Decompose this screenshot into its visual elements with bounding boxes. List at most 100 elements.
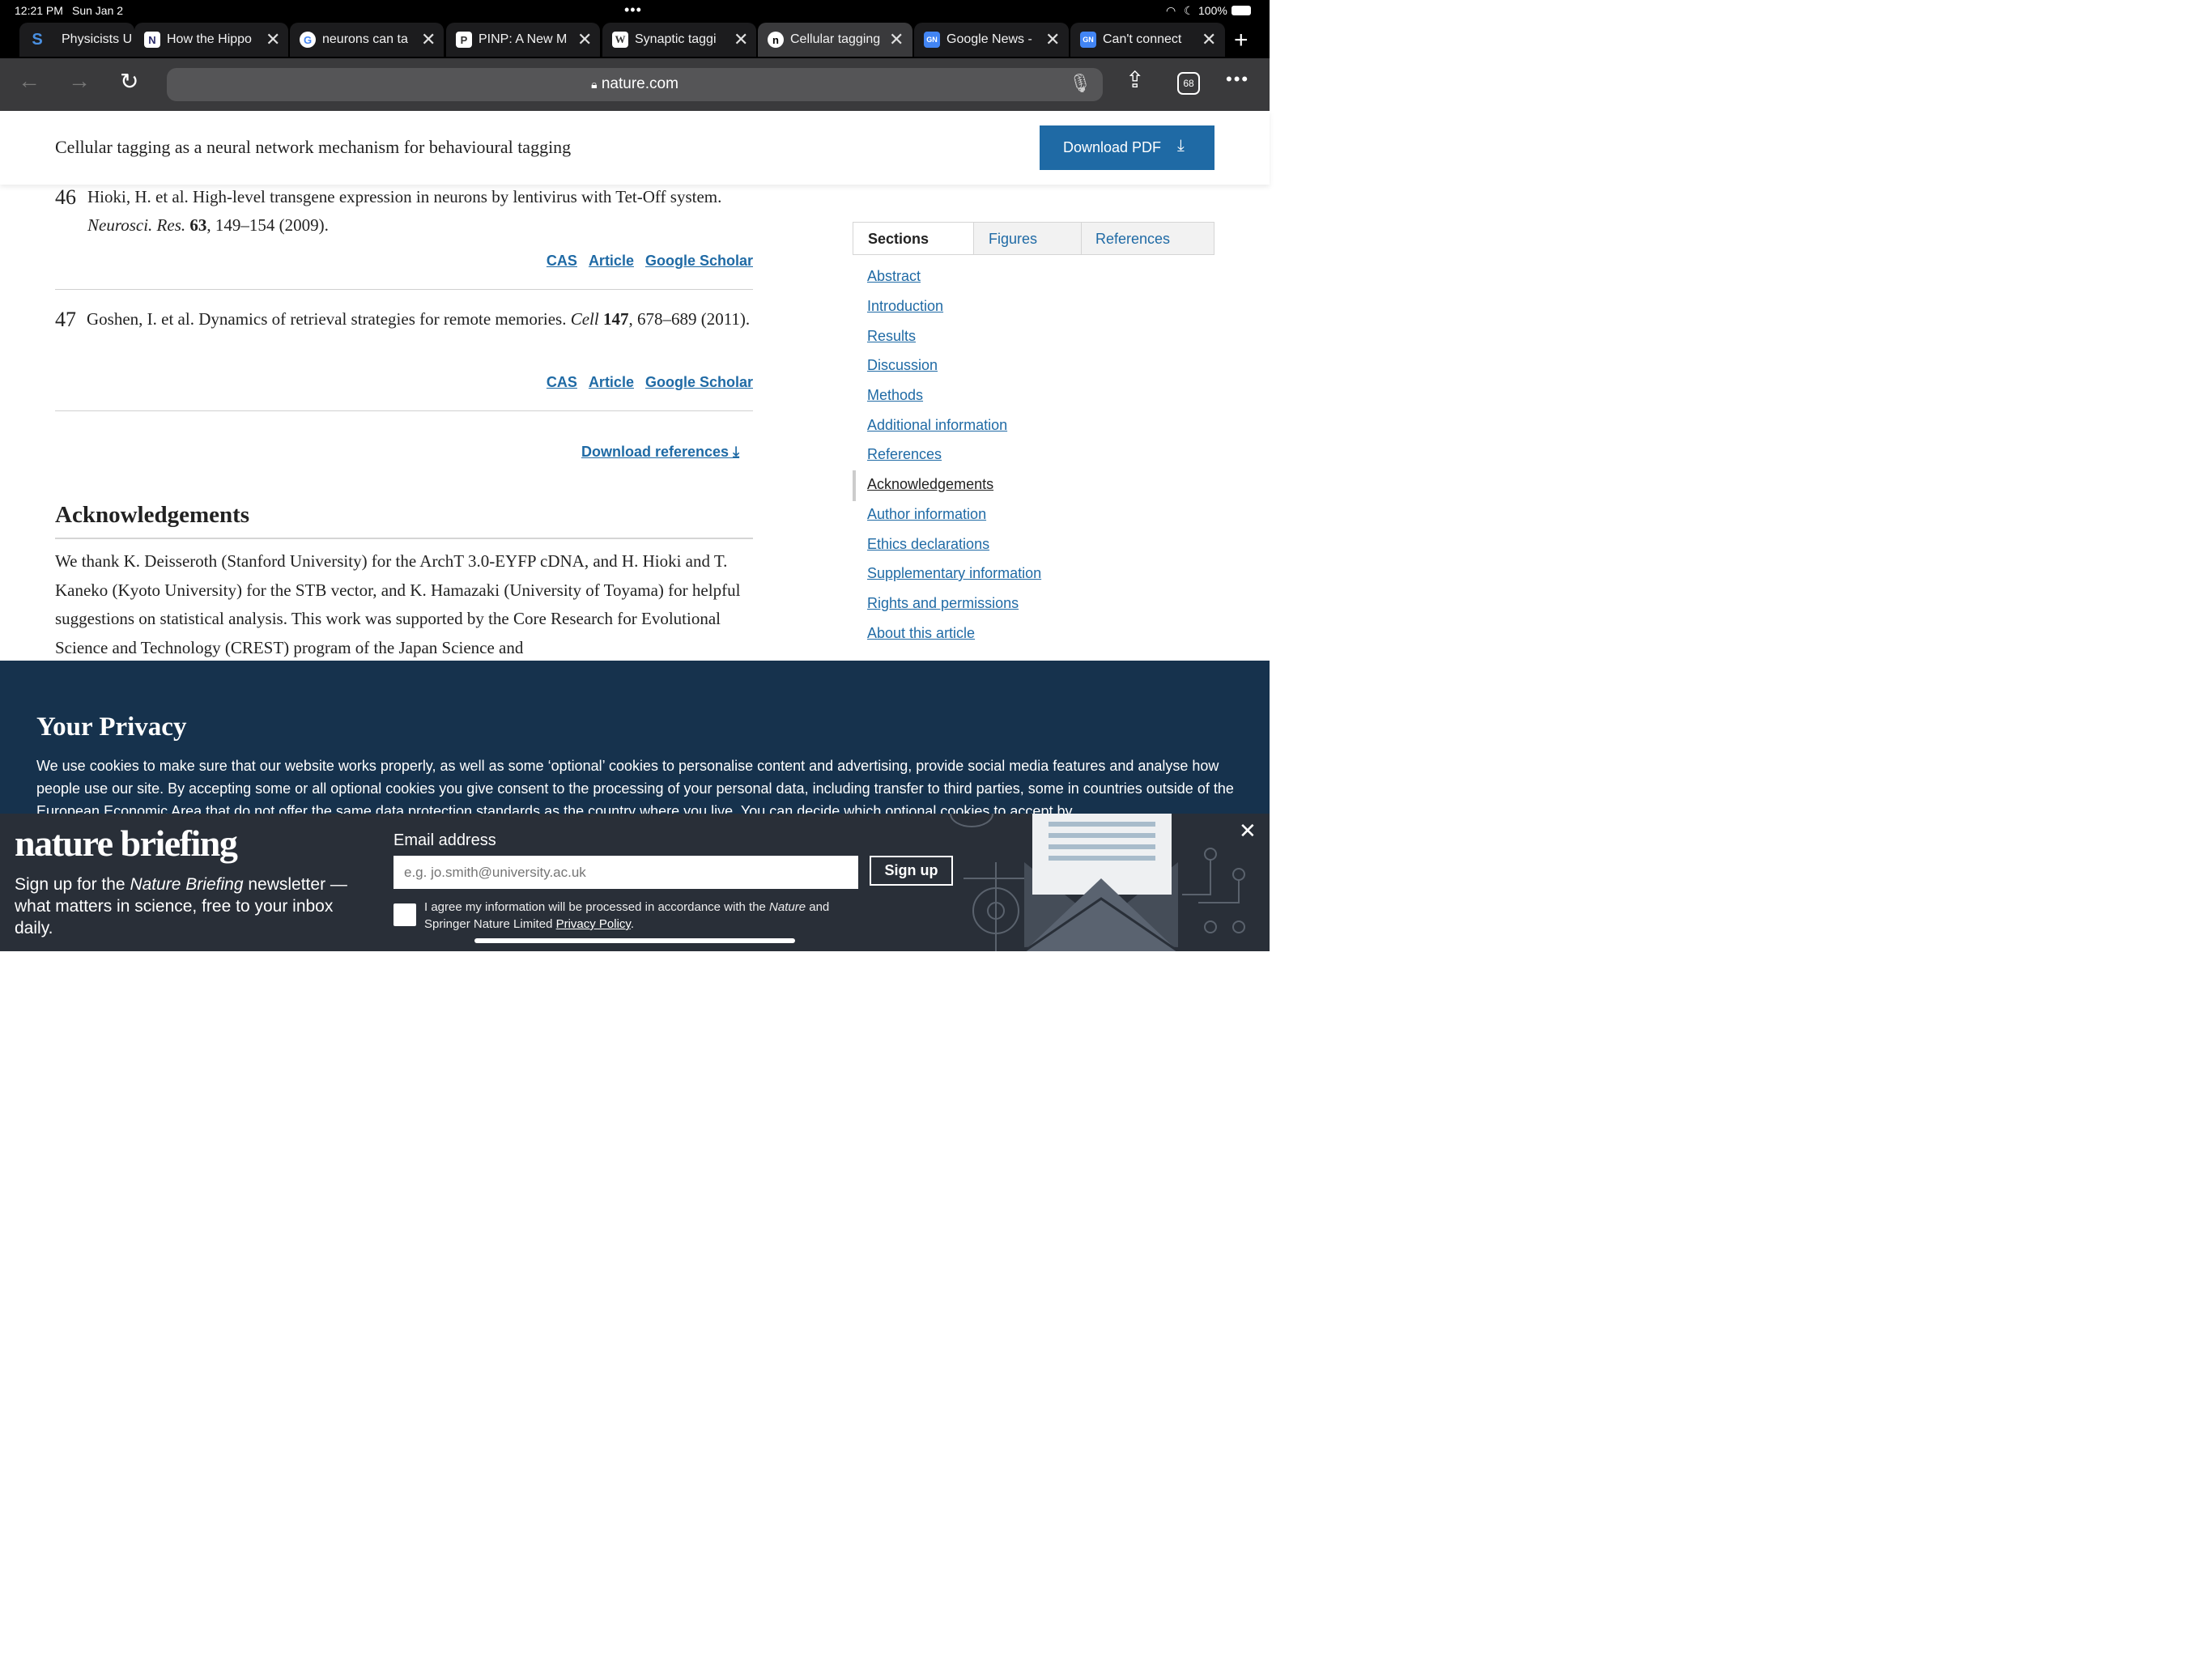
tab-label: Cellular tagging	[790, 32, 881, 46]
nav-results[interactable]: Results	[867, 328, 916, 345]
nav-abstract[interactable]: Abstract	[867, 268, 921, 285]
share-icon[interactable]: ⇪	[1125, 66, 1144, 93]
tab-favicon-icon: N	[144, 32, 160, 48]
browser-tab[interactable]: N How the Hippo ✕	[134, 23, 288, 57]
agree-text-em: Nature	[769, 900, 806, 914]
url-row: 🔒︎ nature.com	[167, 75, 1103, 93]
forward-icon[interactable]: →	[68, 68, 91, 94]
reference-volume: 63	[189, 215, 207, 235]
tab-sections[interactable]: Sections	[853, 223, 973, 254]
tab-label: Synaptic taggi	[635, 32, 717, 46]
tab-figures[interactable]: Figures	[973, 223, 1081, 254]
reference-pages: , 678–689 (2011).	[628, 309, 751, 329]
reference-text: Goshen, I. et al. Dynamics of retrieval …	[87, 305, 752, 334]
reference-number: 46	[55, 185, 76, 209]
tab-favicon-icon: GN	[924, 32, 940, 48]
new-tab-icon[interactable]: +	[1234, 27, 1249, 54]
agree-checkbox[interactable]	[393, 903, 416, 926]
close-tab-icon[interactable]: ✕	[577, 29, 592, 50]
download-references-link[interactable]: Download references ⤓	[581, 444, 739, 461]
tab-label: neurons can ta	[322, 32, 408, 46]
download-pdf-button[interactable]: Download PDF ⤓	[1040, 125, 1214, 170]
browser-toolbar: ← → ↻ 🔒︎ nature.com 🎙︎ ⇪ 68 •••	[0, 58, 1270, 111]
nav-introduction[interactable]: Introduction	[867, 298, 943, 315]
privacy-heading: Your Privacy	[36, 712, 187, 742]
lock-icon: 🔒︎	[591, 78, 598, 91]
article-link[interactable]: Article	[589, 253, 634, 269]
back-icon[interactable]: ←	[18, 68, 40, 94]
browser-tab-active[interactable]: n Cellular tagging ✕	[758, 23, 912, 57]
privacy-banner: Your Privacy We use cookies to make sure…	[0, 661, 1270, 814]
close-icon[interactable]: ✕	[1239, 818, 1257, 844]
privacy-policy-link[interactable]: Privacy Policy	[556, 917, 631, 931]
moon-icon: ☾	[1184, 4, 1194, 17]
nav-references[interactable]: References	[867, 446, 942, 463]
reference-number: 47	[55, 308, 76, 331]
reference-journal: Cell	[570, 309, 599, 329]
nature-briefing-logo: nature briefing	[15, 823, 238, 864]
browser-tab[interactable]: S Physicists U	[19, 23, 134, 57]
more-options-icon[interactable]: •••	[1226, 69, 1249, 90]
browser-tab[interactable]: G neurons can ta ✕	[290, 23, 444, 57]
tab-label: PINP: A New M	[479, 32, 568, 46]
tab-references[interactable]: References	[1081, 223, 1214, 254]
envelope-illustration-icon	[950, 814, 1245, 951]
close-tab-icon[interactable]: ✕	[421, 29, 436, 50]
tab-favicon-icon: S	[32, 30, 43, 49]
cas-link[interactable]: CAS	[547, 253, 577, 269]
reference-journal: Neurosci. Res.	[87, 215, 186, 235]
nav-methods[interactable]: Methods	[867, 387, 923, 404]
nav-supplementary-information[interactable]: Supplementary information	[867, 565, 1041, 582]
microphone-icon[interactable]: 🎙︎	[1069, 73, 1091, 94]
sign-up-button[interactable]: Sign up	[870, 856, 953, 886]
email-label: Email address	[393, 831, 496, 849]
google-scholar-link[interactable]: Google Scholar	[645, 374, 753, 390]
tab-favicon-icon: GN	[1080, 32, 1096, 48]
reference-citation: Goshen, I. et al. Dynamics of retrieval …	[87, 309, 571, 329]
battery-icon	[1231, 6, 1251, 15]
acknowledgements-heading: Acknowledgements	[55, 502, 250, 528]
nav-rights-and-permissions[interactable]: Rights and permissions	[867, 595, 1019, 612]
newsletter-banner: nature briefing Sign up for the Nature B…	[0, 814, 1270, 951]
close-tab-icon[interactable]: ✕	[266, 29, 280, 50]
tab-overview-button[interactable]: 68	[1177, 72, 1200, 95]
browser-tab[interactable]: GN Can't connect ✕	[1070, 23, 1225, 57]
address-bar[interactable]: 🔒︎ nature.com 🎙︎	[167, 68, 1103, 101]
status-date: Sun Jan 2	[72, 4, 124, 17]
wifi-icon: ◠	[1166, 4, 1176, 17]
reload-icon[interactable]: ↻	[120, 68, 138, 95]
tab-favicon-icon: G	[300, 32, 316, 48]
reference-citation: Hioki, H. et al. High-level transgene ex…	[87, 187, 722, 206]
nav-discussion[interactable]: Discussion	[867, 357, 938, 374]
multitask-dots-icon[interactable]: •••	[624, 2, 642, 19]
home-indicator[interactable]	[474, 938, 795, 943]
nav-about-this-article[interactable]: About this article	[867, 625, 975, 642]
close-tab-icon[interactable]: ✕	[1045, 29, 1060, 50]
url-text: nature.com	[601, 75, 678, 92]
download-icon: ⤓	[733, 444, 740, 460]
browser-tab[interactable]: GN Google News - ✕	[914, 23, 1069, 57]
browser-tab[interactable]: W Synaptic taggi ✕	[602, 23, 756, 57]
article-title: Cellular tagging as a neural network mec…	[55, 137, 572, 157]
nav-author-information[interactable]: Author information	[867, 506, 986, 523]
agree-text-part: .	[630, 917, 634, 931]
acknowledgements-text: We thank K. Deisseroth (Stanford Univers…	[55, 551, 741, 657]
reference-volume: 147	[602, 309, 629, 329]
reference-text: Hioki, H. et al. High-level transgene ex…	[87, 183, 753, 240]
close-tab-icon[interactable]: ✕	[889, 29, 904, 50]
close-tab-icon[interactable]: ✕	[1202, 29, 1216, 50]
cas-link[interactable]: CAS	[547, 374, 577, 390]
close-tab-icon[interactable]: ✕	[734, 29, 748, 50]
divider	[55, 289, 753, 290]
agree-text-part: I agree my information will be processed…	[424, 900, 770, 914]
nav-additional-information[interactable]: Additional information	[867, 417, 1007, 434]
nav-ethics-declarations[interactable]: Ethics declarations	[867, 536, 989, 553]
tab-favicon-icon: n	[768, 32, 784, 48]
google-scholar-link[interactable]: Google Scholar	[645, 253, 753, 269]
battery-level: 100%	[1198, 4, 1227, 17]
email-field[interactable]	[393, 856, 858, 889]
sidebar-tabs: Sections Figures References	[853, 222, 1214, 255]
nav-acknowledgements[interactable]: Acknowledgements	[867, 476, 993, 493]
article-link[interactable]: Article	[589, 374, 634, 390]
browser-tab[interactable]: P PINP: A New M ✕	[446, 23, 600, 57]
